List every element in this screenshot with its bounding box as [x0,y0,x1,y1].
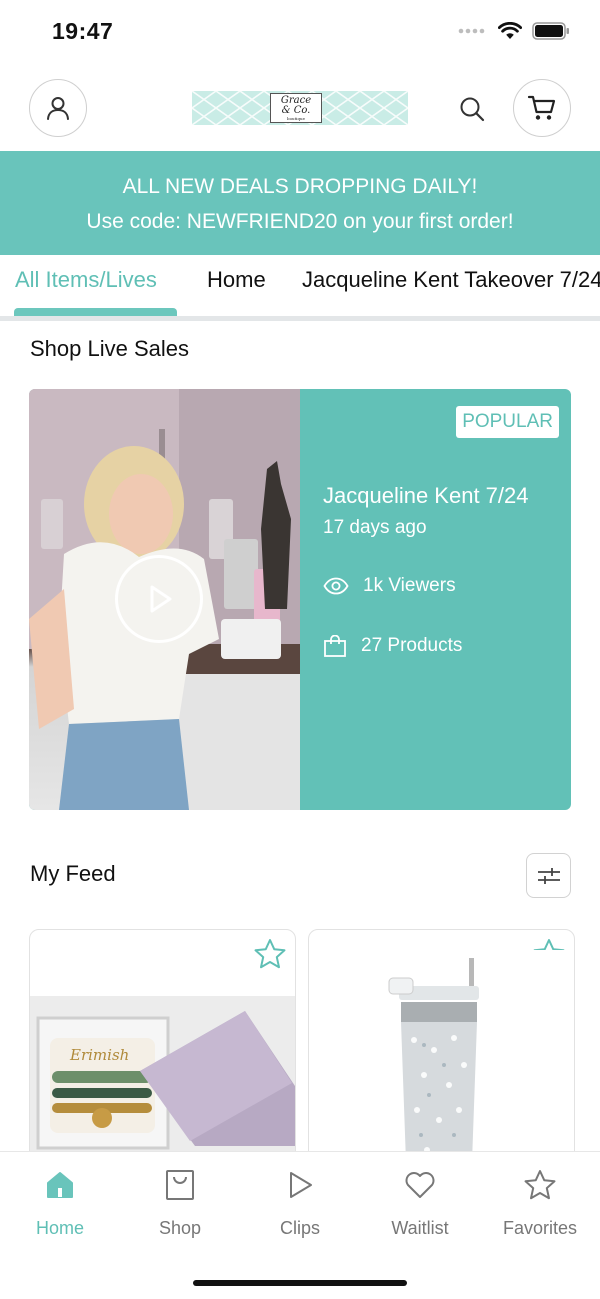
logo-line2: & Co. [281,104,311,116]
header: Grace & Co. boutique [0,70,600,150]
nav-shop-label: Shop [158,1218,202,1238]
shopping-bag-icon [324,635,346,657]
viewers-row: 1k Viewers [323,575,456,597]
live-sale-title: Jacqueline Kent 7/24 [323,483,529,508]
status-bar: 19:47 [0,0,600,66]
erimish-box-text: Erimish [69,1046,129,1064]
cart-button[interactable] [513,79,571,137]
signal-icon [458,28,485,34]
heart-icon [405,1172,435,1198]
status-icons [458,22,570,40]
play-video-button[interactable] [115,555,203,643]
nav-clips[interactable]: Clips [240,1166,360,1239]
search-icon [460,97,485,122]
nav-clips-label: Clips [279,1218,320,1238]
live-sales-heading: Shop Live Sales [30,336,189,361]
user-icon [47,97,69,120]
star-icon [524,1170,556,1200]
live-video-thumbnail[interactable] [29,389,300,810]
tab-all-items-lives[interactable]: All Items/Lives [15,267,157,293]
search-button[interactable] [455,92,489,126]
category-tabs: All Items/Lives Home Jacqueline Kent Tak… [0,255,600,321]
home-indicator [193,1280,407,1286]
products-row: 27 Products [323,635,462,657]
logo-line1: Grace [280,94,312,106]
shopping-bag-icon [166,1170,194,1200]
account-button[interactable] [29,79,87,137]
feed-filter-button[interactable] [526,853,571,898]
nav-shop[interactable]: Shop [120,1166,240,1239]
status-time: 19:47 [52,18,114,44]
nav-home[interactable]: Home [0,1166,120,1239]
play-icon [290,1172,312,1198]
feed-item-card[interactable]: Erimish [29,929,296,1189]
my-feed-heading: My Feed [30,861,116,886]
live-sale-card[interactable]: POPULAR Jacqueline Kent 7/24 17 days ago… [29,389,571,810]
star-icon [254,939,286,969]
bottom-nav: Home Shop Clips Waitlist Favorites [0,1151,600,1299]
live-sale-info: POPULAR Jacqueline Kent 7/24 17 days ago… [300,389,571,810]
nav-waitlist-label: Waitlist [391,1218,449,1238]
tab-home[interactable]: Home [207,267,266,293]
popular-badge: POPULAR [456,406,559,438]
nav-favorites-label: Favorites [502,1218,578,1238]
wifi-icon [498,22,522,39]
nav-favorites[interactable]: Favorites [480,1166,600,1239]
tab-jacqueline-kent-takeover[interactable]: Jacqueline Kent Takeover 7/24 [302,267,600,293]
promo-banner: ALL NEW DEALS DROPPING DAILY! Use code: … [0,151,600,255]
active-tab-indicator [14,308,177,316]
eye-icon [323,577,349,595]
products-count: 27 Products [361,635,463,656]
cart-icon [527,95,556,120]
favorite-button[interactable] [253,938,287,975]
battery-icon [532,22,569,40]
logo-wordmark: Grace & Co. boutique [270,93,322,123]
play-icon [150,585,172,613]
promo-line2: Use code: NEWFRIEND20 on your first orde… [86,210,514,233]
viewers-count: 1k Viewers [363,575,456,596]
logo-sub: boutique [287,115,305,121]
sliders-icon [537,867,560,884]
nav-waitlist[interactable]: Waitlist [360,1166,480,1239]
promo-line1: ALL NEW DEALS DROPPING DAILY! [122,175,478,198]
live-sale-time: 17 days ago [323,517,427,538]
brand-logo[interactable]: Grace & Co. boutique [192,91,408,125]
feed-item-card[interactable] [308,929,575,1189]
nav-home-label: Home [35,1218,84,1238]
home-icon [47,1172,73,1198]
